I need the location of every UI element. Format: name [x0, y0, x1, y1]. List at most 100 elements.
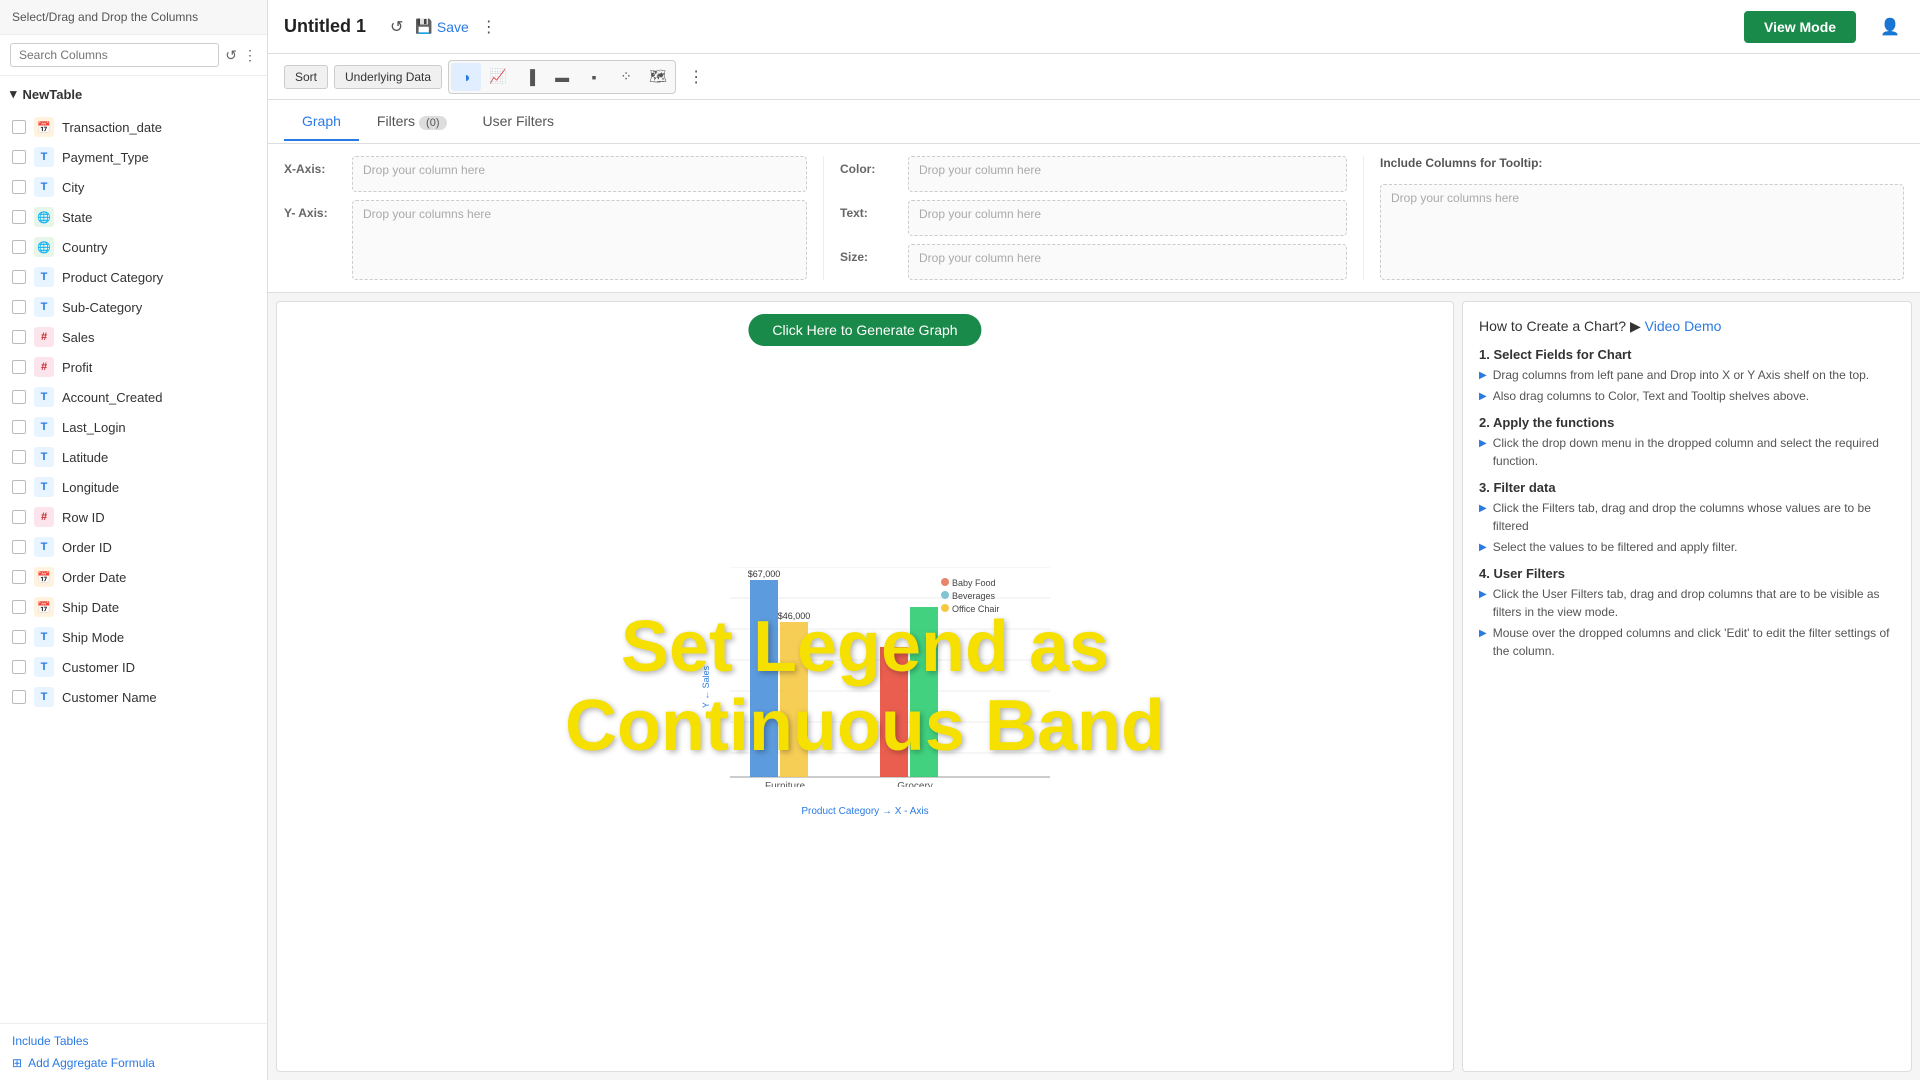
col-checkbox[interactable]	[12, 150, 26, 164]
col-checkbox[interactable]	[12, 540, 26, 554]
list-item[interactable]: T Last_Login	[0, 412, 267, 442]
list-item[interactable]: T Ship Mode	[0, 622, 267, 652]
col-checkbox[interactable]	[12, 630, 26, 644]
list-item[interactable]: T City	[0, 172, 267, 202]
col-checkbox[interactable]	[12, 300, 26, 314]
tab-graph[interactable]: Graph	[284, 103, 359, 141]
help-bullet: ▶ Click the Filters tab, drag and drop t…	[1479, 499, 1895, 535]
generate-graph-button[interactable]: Click Here to Generate Graph	[748, 314, 981, 346]
list-item[interactable]: 📅 Ship Date	[0, 592, 267, 622]
col-checkbox[interactable]	[12, 360, 26, 374]
chart-type-grouped[interactable]: ▪	[579, 63, 609, 91]
list-item[interactable]: T Payment_Type	[0, 142, 267, 172]
tooltip-header: Include Columns for Tooltip:	[1380, 156, 1904, 170]
tooltip-drop-zone[interactable]: Drop your columns here	[1380, 184, 1904, 280]
y-axis-drop-zone[interactable]: Drop your columns here	[352, 200, 807, 280]
help-bullet: ▶ Drag columns from left pane and Drop i…	[1479, 366, 1895, 384]
list-item[interactable]: T Customer Name	[0, 682, 267, 712]
col-checkbox[interactable]	[12, 510, 26, 524]
list-item[interactable]: T Product Category	[0, 262, 267, 292]
col-label: State	[62, 210, 92, 225]
table-group-header[interactable]: ▾ NewTable	[10, 82, 257, 106]
underlying-data-button[interactable]: Underlying Data	[334, 65, 442, 89]
bullet-arrow-icon: ▶	[1479, 626, 1487, 641]
list-item[interactable]: T Customer ID	[0, 652, 267, 682]
col-checkbox[interactable]	[12, 180, 26, 194]
svg-text:$67,000: $67,000	[748, 569, 781, 579]
chart-type-pie[interactable]: ◑	[451, 63, 481, 91]
color-drop-zone[interactable]: Drop your column here	[908, 156, 1347, 192]
col-checkbox[interactable]	[12, 420, 26, 434]
chevron-down-icon: ▾	[10, 86, 17, 102]
list-item[interactable]: 📅 Transaction_date	[0, 112, 267, 142]
col-type-icon: T	[34, 447, 54, 467]
list-item[interactable]: T Latitude	[0, 442, 267, 472]
video-demo-link[interactable]: Video Demo	[1645, 318, 1722, 334]
toolbar-more-button[interactable]: ⋮	[682, 65, 710, 89]
text-drop-zone[interactable]: Drop your column here	[908, 200, 1347, 236]
chart-type-map[interactable]: 🗺	[643, 63, 673, 91]
list-item[interactable]: T Order ID	[0, 532, 267, 562]
text-label: Text:	[840, 200, 900, 220]
view-mode-button[interactable]: View Mode	[1744, 11, 1856, 43]
formula-icon: ⊞	[12, 1056, 22, 1070]
col-checkbox[interactable]	[12, 480, 26, 494]
search-input[interactable]	[10, 43, 219, 67]
list-item[interactable]: 📅 Order Date	[0, 562, 267, 592]
refresh-doc-icon[interactable]: ↺	[386, 15, 407, 39]
more-options-icon[interactable]: ⋮	[477, 15, 501, 39]
col-checkbox[interactable]	[12, 450, 26, 464]
list-item[interactable]: 🌐 Country	[0, 232, 267, 262]
chart-type-scatter[interactable]: ⁘	[611, 63, 641, 91]
refresh-icon[interactable]: ↺	[225, 47, 237, 64]
help-step-title: 3. Filter data	[1479, 480, 1895, 495]
chart-type-bar-h[interactable]: ▬	[547, 63, 577, 91]
include-tables-link[interactable]: Include Tables	[12, 1034, 255, 1048]
account-icon[interactable]: 👤	[1876, 15, 1904, 39]
help-step-title: 2. Apply the functions	[1479, 415, 1895, 430]
svg-text:Furniture: Furniture	[765, 781, 805, 787]
x-axis-drop-zone[interactable]: Drop your column here	[352, 156, 807, 192]
tab-filters[interactable]: Filters(0)	[359, 103, 465, 141]
chart-type-line[interactable]: 📈	[483, 63, 513, 91]
sort-button[interactable]: Sort	[284, 65, 328, 89]
text-row: Text: Drop your column here	[840, 200, 1347, 236]
bullet-arrow-icon: ▶	[1479, 540, 1487, 555]
save-button[interactable]: 💾 Save	[415, 18, 468, 35]
sidebar: Select/Drag and Drop the Columns ↺ ⋮ ▾ N…	[0, 0, 268, 1080]
sidebar-header: Select/Drag and Drop the Columns	[0, 0, 267, 35]
list-item[interactable]: # Profit	[0, 352, 267, 382]
help-step: 1. Select Fields for Chart ▶ Drag column…	[1479, 347, 1895, 405]
list-item[interactable]: T Account_Created	[0, 382, 267, 412]
more-icon[interactable]: ⋮	[243, 47, 257, 64]
col-type-icon: T	[34, 537, 54, 557]
col-checkbox[interactable]	[12, 240, 26, 254]
col-checkbox[interactable]	[12, 660, 26, 674]
col-checkbox[interactable]	[12, 330, 26, 344]
size-row: Size: Drop your column here	[840, 244, 1347, 280]
help-step-text: ▶ Click the drop down menu in the droppe…	[1479, 434, 1895, 470]
col-type-icon: T	[34, 417, 54, 437]
tab-user-filters[interactable]: User Filters	[465, 103, 573, 141]
help-step: 3. Filter data ▶ Click the Filters tab, …	[1479, 480, 1895, 556]
col-checkbox[interactable]	[12, 390, 26, 404]
col-checkbox[interactable]	[12, 570, 26, 584]
add-formula-link[interactable]: ⊞ Add Aggregate Formula	[12, 1056, 255, 1070]
y-axis-row: Y- Axis: Drop your columns here	[284, 200, 807, 280]
col-checkbox[interactable]	[12, 210, 26, 224]
col-checkbox[interactable]	[12, 270, 26, 284]
size-drop-zone[interactable]: Drop your column here	[908, 244, 1347, 280]
list-item[interactable]: # Row ID	[0, 502, 267, 532]
chart-type-group: ◑ 📈 ▐ ▬ ▪ ⁘ 🗺	[448, 60, 676, 94]
list-item[interactable]: T Sub-Category	[0, 292, 267, 322]
col-type-icon: T	[34, 177, 54, 197]
list-item[interactable]: T Longitude	[0, 472, 267, 502]
col-checkbox[interactable]	[12, 120, 26, 134]
list-item[interactable]: # Sales	[0, 322, 267, 352]
col-label: Order ID	[62, 540, 112, 555]
list-item[interactable]: 🌐 State	[0, 202, 267, 232]
help-step-text: ▶ Drag columns from left pane and Drop i…	[1479, 366, 1895, 405]
col-checkbox[interactable]	[12, 600, 26, 614]
col-checkbox[interactable]	[12, 690, 26, 704]
chart-type-bar[interactable]: ▐	[515, 63, 545, 91]
